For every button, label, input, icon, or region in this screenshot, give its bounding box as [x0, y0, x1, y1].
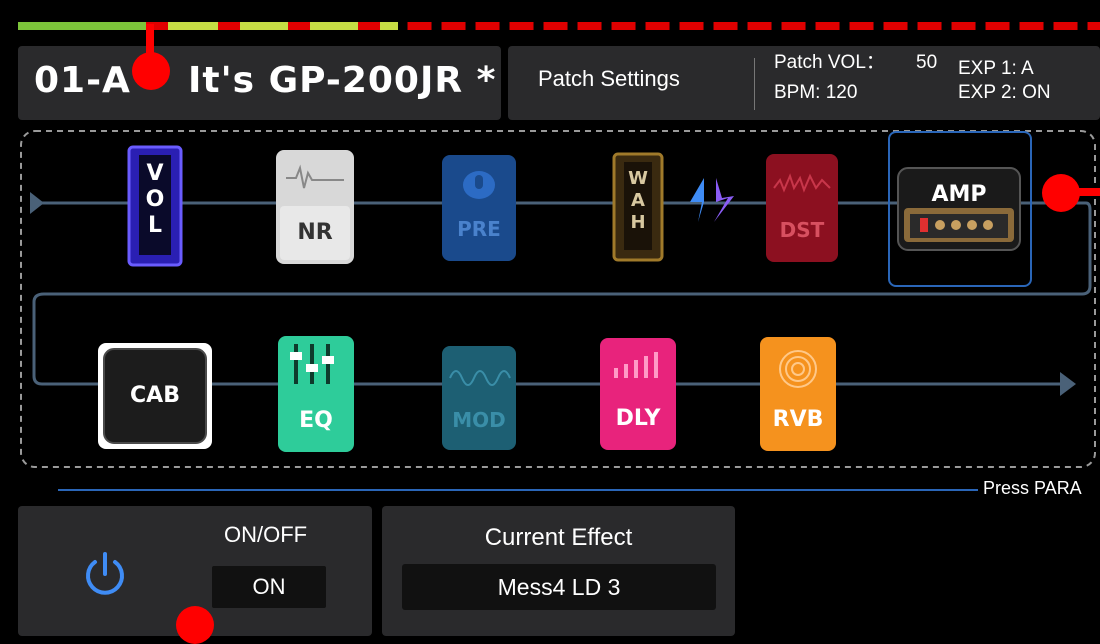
exp2-readout: EXP 2: ON [958, 82, 1051, 103]
hint-divider [58, 489, 978, 491]
patch-title: It's GP-200JR * [188, 60, 497, 101]
pedal-dly[interactable]: DLY [598, 336, 678, 452]
pedal-dst[interactable]: DST [764, 152, 840, 264]
power-icon[interactable] [80, 550, 130, 600]
pedal-label-dly: DLY [615, 406, 661, 431]
touch-marker-dot [176, 606, 214, 644]
pedal-mod[interactable]: MOD [440, 344, 518, 452]
current-effect-panel: Current Effect Mess4 LD 3 [382, 506, 735, 636]
pedal-label-dst: DST [779, 218, 825, 242]
touch-marker-stem [146, 24, 154, 54]
patch-vol-value: 50 [916, 52, 938, 73]
output-arrow-icon [1060, 372, 1076, 396]
pedal-eq[interactable]: EQ [276, 334, 356, 454]
onoff-toggle[interactable]: ON [212, 566, 326, 608]
pedal-label-amp: AMP [931, 182, 987, 207]
pedal-rvb[interactable]: RVB [758, 335, 838, 453]
onoff-label: ON/OFF [224, 522, 308, 547]
current-effect-selector[interactable]: Mess4 LD 3 [402, 564, 716, 610]
pedal-vol[interactable]: VOL [127, 145, 183, 267]
split-merge-icon[interactable] [686, 174, 738, 226]
bpm-readout: BPM: 120 [774, 82, 858, 103]
pedal-cab[interactable]: CAB [96, 341, 214, 451]
current-effect-label: Current Effect [484, 524, 633, 551]
pedal-wah[interactable]: WAH [612, 152, 664, 262]
para-hint-text: Press PARA [983, 478, 1082, 498]
level-meter [18, 22, 1100, 30]
pedal-label-mod: MOD [452, 408, 506, 432]
pedal-pre[interactable]: PRE [440, 153, 518, 263]
touch-marker-dot [132, 52, 170, 90]
patch-name-panel[interactable]: 01-A It's GP-200JR * [18, 46, 501, 120]
pedal-nr[interactable]: NR [274, 148, 356, 266]
pedal-amp[interactable]: AMP [896, 166, 1022, 252]
pedal-label-vol: VOL [145, 161, 165, 238]
patch-settings-button[interactable]: Patch Settings [538, 66, 680, 92]
patch-settings-panel[interactable]: Patch Settings Patch VOL： 50 BPM: 120 EX… [508, 46, 1100, 120]
pedal-label-eq: EQ [299, 408, 333, 433]
pedal-label-pre: PRE [457, 217, 501, 241]
patch-vol-label: Patch VOL： [774, 52, 885, 73]
divider [754, 58, 755, 110]
patch-number: 01-A [34, 60, 131, 101]
input-arrow-icon [30, 192, 44, 214]
current-effect-value: Mess4 LD 3 [497, 574, 621, 600]
touch-marker-stem [1072, 188, 1100, 196]
exp1-readout: EXP 1: A [958, 58, 1034, 79]
pedal-label-nr: NR [297, 220, 333, 245]
pedal-label-wah: WAH [628, 168, 648, 233]
onoff-value: ON [252, 574, 286, 599]
pedal-label-rvb: RVB [772, 407, 824, 432]
pedal-label-cab: CAB [130, 383, 180, 408]
